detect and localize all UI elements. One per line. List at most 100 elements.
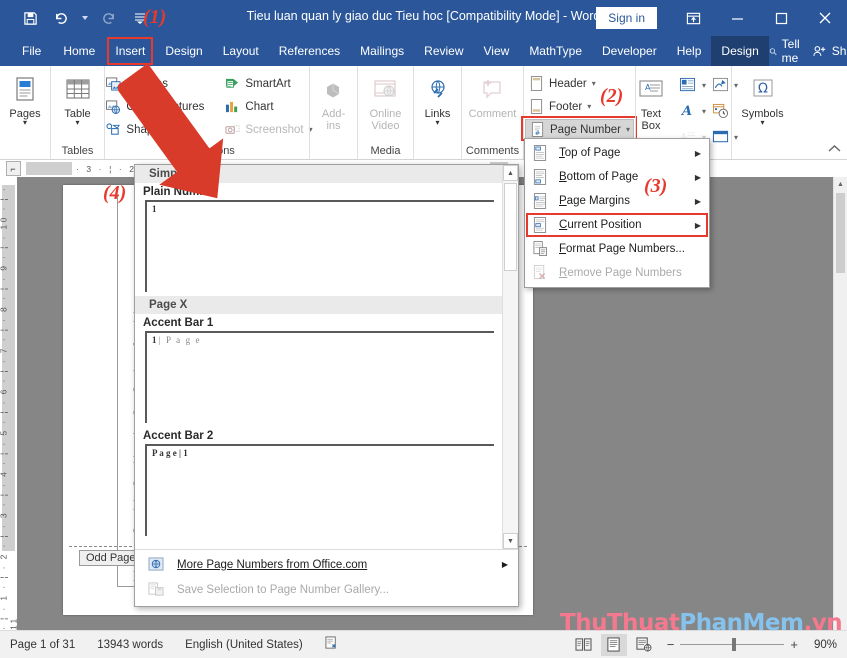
chevron-down-icon[interactable]: ▾ [760,119,764,127]
pictures-label: Pictures [126,77,168,90]
menu-item-bottom-of-page[interactable]: Bottom of Page ▶ [525,165,709,189]
web-layout-icon[interactable] [631,634,657,656]
vertical-ruler[interactable]: · ¦ · 1 · ¦ · 2 · ¦ · 3 · ¦ · 4 · ¦ · 5 … [0,177,17,630]
online-pictures-label: Online Pictures [126,100,205,113]
tab-insert[interactable]: Insert [105,36,155,66]
add-ins-label-2: ins [326,120,341,133]
tab-view[interactable]: View [474,36,520,66]
tab-review[interactable]: Review [414,36,473,66]
page-number-wrapper: # Page Number ▾ [521,116,638,141]
menu-item-format-page-numbers[interactable]: Format Page Numbers... [525,237,709,261]
gallery-scroll-area: Simple Plain Number 1 Page X Accent Bar … [135,165,518,549]
online-pictures-icon [105,99,121,115]
gallery-scrollbar-thumb[interactable] [504,183,517,271]
links-button[interactable]: Links ▾ [411,71,465,127]
wordart-icon[interactable]: A [677,100,699,122]
scrollbar-thumb[interactable] [836,193,845,273]
tab-mailings[interactable]: Mailings [350,36,414,66]
gallery-thumb-accent-bar-2[interactable]: P a g e | 1 [145,444,494,536]
close-icon[interactable] [803,0,847,36]
page-margins-icon [529,192,551,210]
tab-references[interactable]: References [269,36,350,66]
screenshot-icon [224,122,240,138]
footer-button[interactable]: Footer ▾ [525,96,634,117]
chevron-down-icon[interactable]: ▾ [23,119,27,127]
tab-mathtype[interactable]: MathType [519,36,592,66]
shapes-icon [105,122,121,138]
zoom-in-button[interactable]: + [790,637,798,652]
tab-selector[interactable]: ⌐ [0,160,26,177]
save-icon[interactable] [22,10,39,27]
tab-help[interactable]: Help [667,36,712,66]
undo-dropdown-icon[interactable] [82,10,88,27]
collapse-ribbon-icon[interactable] [828,144,841,156]
status-language[interactable]: English (United States) [185,639,303,651]
comment-label: Comment [468,108,517,120]
online-pictures-button[interactable]: Online Pictures [102,96,207,117]
quick-parts-icon[interactable] [677,74,699,96]
shapes-label: Shapes [126,123,166,136]
footer-label: Footer [549,100,583,113]
page-number-dropdown-menu[interactable]: Top of Page ▶ Bottom of Page ▶ Page Marg… [524,138,710,288]
chevron-down-icon[interactable]: ▾ [702,81,706,90]
format-page-numbers-icon [529,240,551,258]
symbols-button[interactable]: Ω Symbols ▾ [735,71,791,127]
page-number-button[interactable]: # Page Number ▾ [525,119,634,140]
gallery-thumb-plain-number[interactable]: 1 [145,200,494,292]
gallery-footer: More Page Numbers from Office.com ▶ Save… [135,549,518,606]
chevron-down-icon[interactable]: ▾ [75,119,79,127]
page-number-gallery-panel[interactable]: Simple Plain Number 1 Page X Accent Bar … [134,164,519,607]
maximize-icon[interactable] [759,0,803,36]
tab-layout[interactable]: Layout [213,36,269,66]
zoom-level-label[interactable]: 90% [814,639,837,651]
proofing-errors-icon[interactable] [325,636,339,653]
text-box-button[interactable]: A Text Box [631,71,671,132]
undo-icon[interactable] [52,10,69,27]
menu-label-bottom-of-page: Bottom of Page [559,171,639,183]
ribbon-group-addins: Add- ins [309,66,357,159]
tab-file[interactable]: File [10,36,53,66]
ribbon-display-options-icon[interactable] [671,0,715,36]
online-video-label-2: Video [371,120,400,133]
zoom-slider[interactable]: − + [667,637,798,652]
menu-item-top-of-page[interactable]: Top of Page ▶ [525,141,709,165]
chevron-down-icon[interactable]: ▾ [702,107,706,116]
shapes-button[interactable]: Shapes ▾ [102,119,207,140]
gallery-scroll-down-icon[interactable]: ▼ [503,533,518,549]
remove-page-numbers-icon [529,264,551,282]
redo-icon[interactable] [101,10,118,27]
chevron-down-icon[interactable]: ▾ [592,79,596,88]
chevron-down-icon[interactable]: ▾ [435,119,439,127]
status-page-number[interactable]: Page 1 of 31 [10,639,75,651]
print-layout-icon[interactable] [600,633,627,656]
chevron-down-icon[interactable]: ▾ [587,102,591,111]
tab-developer[interactable]: Developer [592,36,667,66]
comment-button: Comment [464,71,522,120]
scroll-up-icon[interactable]: ▲ [834,177,847,191]
menu-item-page-margins[interactable]: Page Margins ▶ [525,189,709,213]
tab-design-contextual[interactable]: Design [711,36,769,66]
zoom-out-button[interactable]: − [667,637,675,652]
customize-qat-icon[interactable] [131,10,148,27]
more-page-numbers-item[interactable]: More Page Numbers from Office.com ▶ [135,552,518,577]
minimize-icon[interactable] [715,0,759,36]
tab-home[interactable]: Home [53,36,105,66]
header-button[interactable]: Header ▾ [525,73,634,94]
status-word-count[interactable]: 13943 words [97,639,163,651]
zoom-track[interactable] [680,638,785,651]
tell-me-search[interactable]: Tell me [769,37,805,65]
pictures-button[interactable]: Pictures [102,73,207,94]
menu-item-current-position[interactable]: Current Position ▶ [525,213,709,237]
sign-in-button[interactable]: Sign in [596,7,657,29]
tab-design[interactable]: Design [155,36,212,66]
gallery-scroll-up-icon[interactable]: ▲ [503,165,518,181]
zoom-thumb[interactable] [732,638,737,651]
menu-label-remove-page-numbers: Remove Page Numbers [559,267,682,279]
share-button[interactable]: Share [813,44,847,58]
read-mode-icon[interactable] [571,634,597,656]
title-bar: Tieu luan quan ly giao duc Tieu hoc [Com… [0,0,847,36]
chevron-down-icon[interactable]: ▾ [170,125,174,134]
document-vertical-scrollbar[interactable]: ▲ [833,177,847,630]
gallery-scrollbar[interactable]: ▲ ▼ [502,165,518,549]
gallery-thumb-accent-bar-1[interactable]: 1 | P a g e [145,331,494,423]
